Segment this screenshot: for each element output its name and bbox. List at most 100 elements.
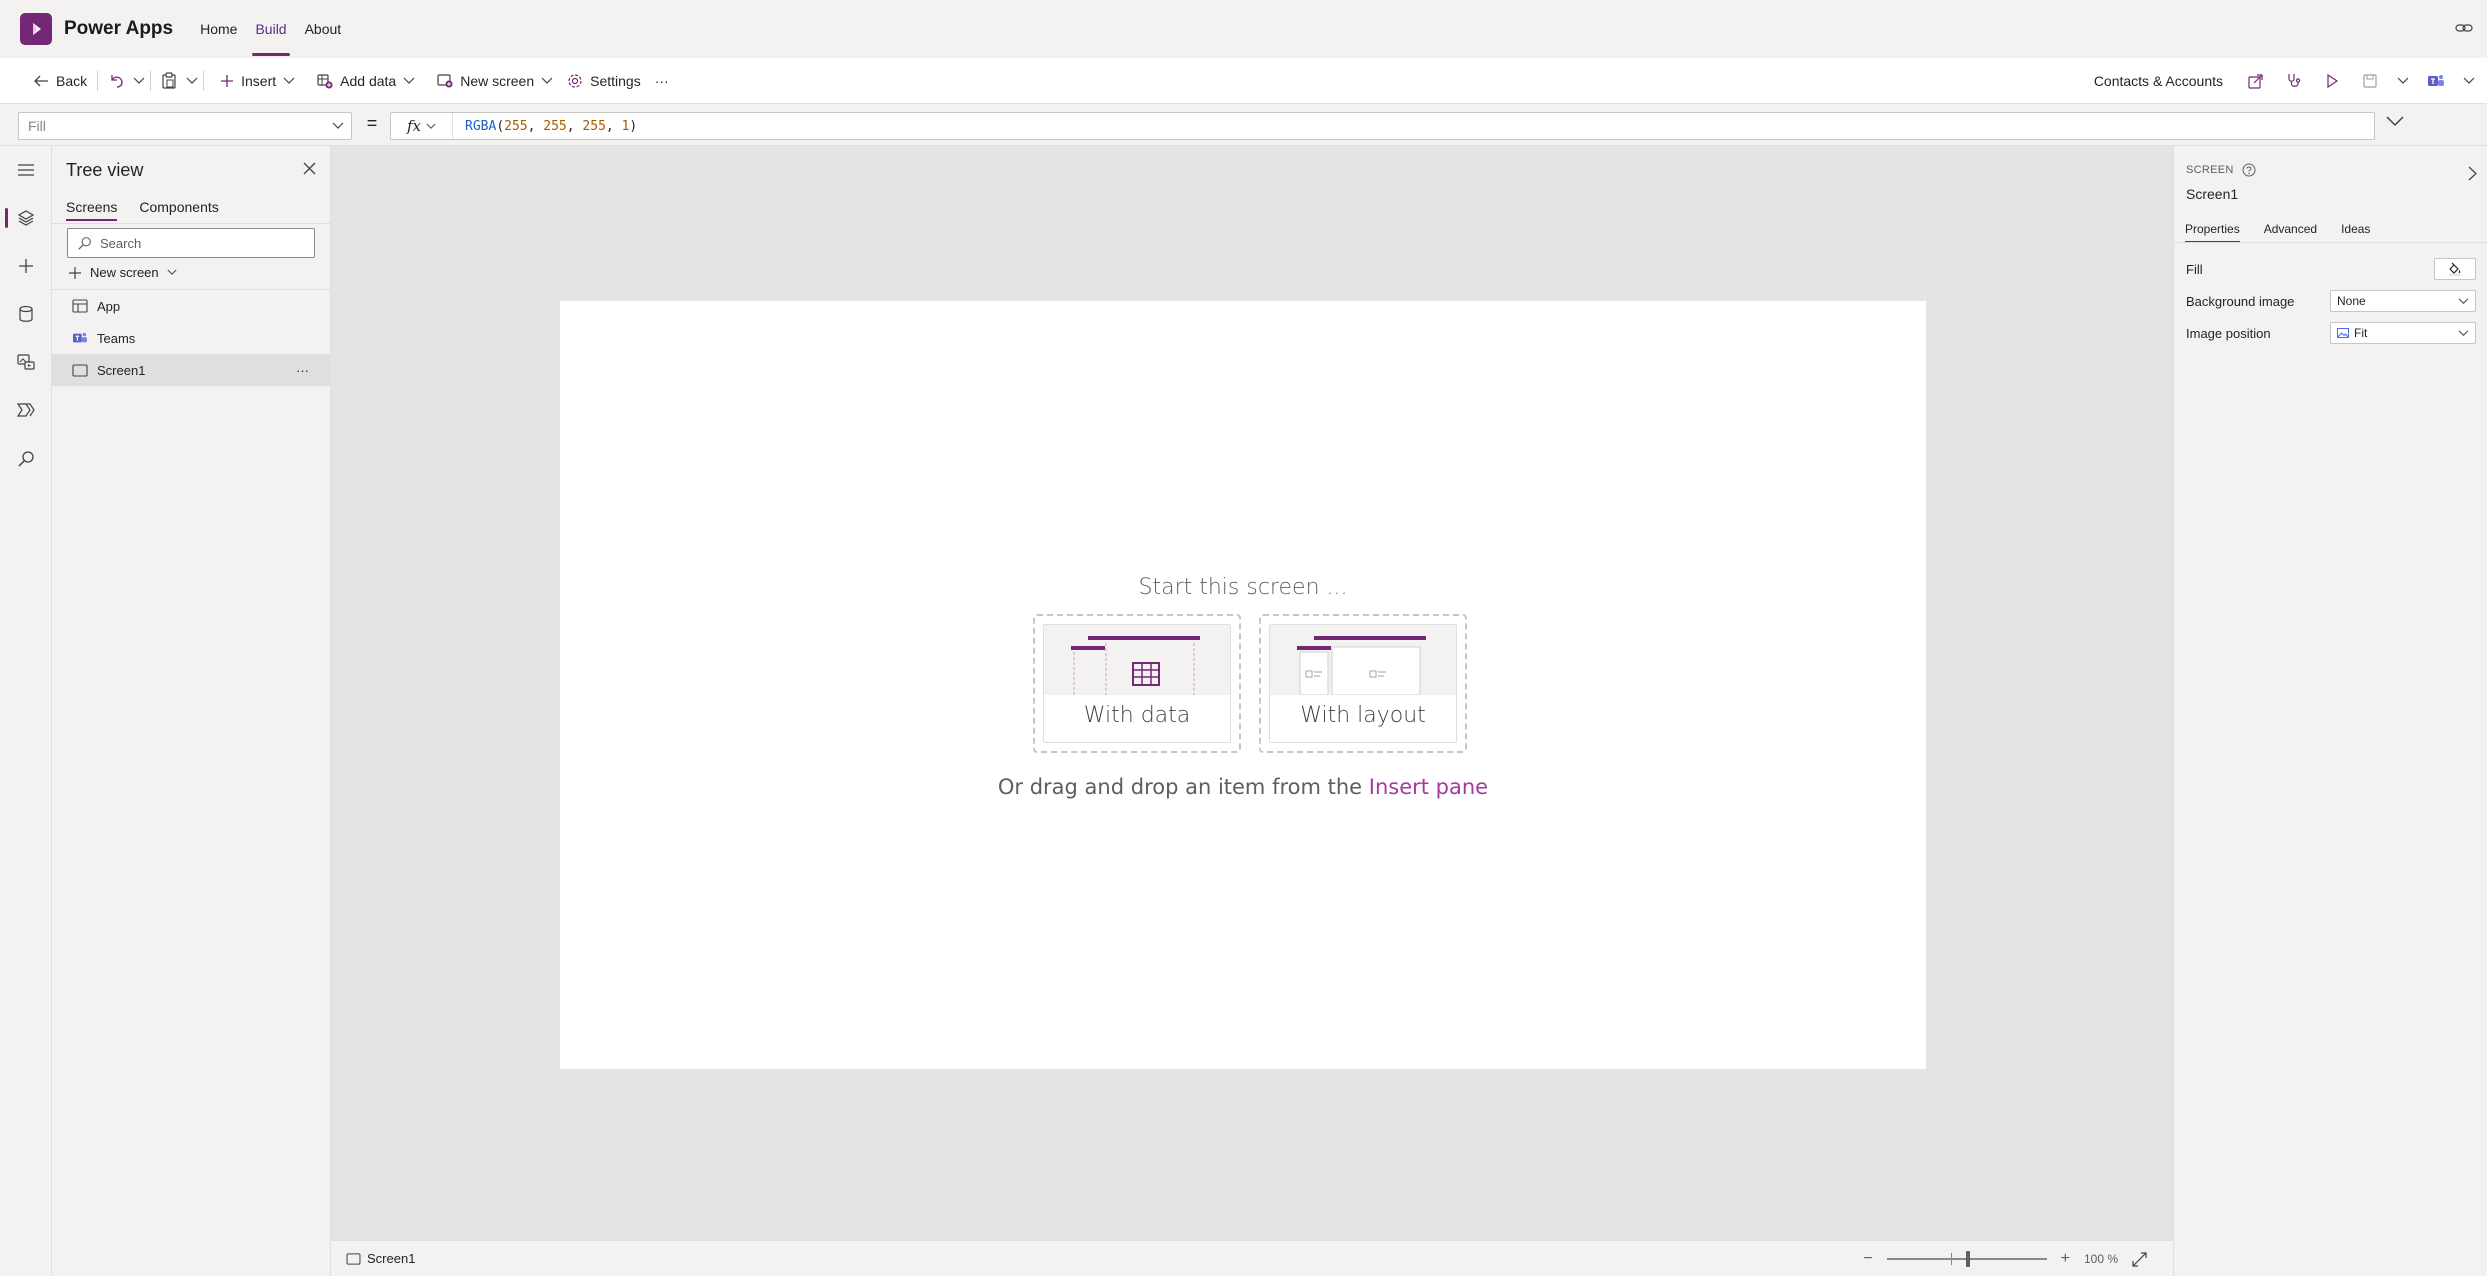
undo-button[interactable] [101, 65, 131, 97]
app-checker-button[interactable] [2277, 65, 2311, 97]
collapse-properties-button[interactable] [2468, 166, 2477, 181]
tree-item-teams[interactable]: Teams [52, 322, 331, 354]
back-label: Back [56, 72, 88, 89]
background-image-row: Background image None [2186, 289, 2476, 313]
zoom-in-button[interactable]: + [2061, 1250, 2070, 1268]
more-commands-button[interactable]: ··· [648, 65, 676, 97]
fx-button[interactable]: fx [391, 113, 453, 139]
tree-item-screen1[interactable]: Screen1 ··· [52, 354, 331, 386]
insert-pane-link[interactable]: Insert pane [1369, 775, 1488, 799]
paste-button[interactable] [154, 65, 184, 97]
drag-drop-hint: Or drag and drop an item from the Insert… [560, 775, 1926, 799]
undo-dropdown[interactable] [131, 65, 147, 97]
zoom-tick [1950, 1253, 1952, 1265]
tree-search-input[interactable]: Search [67, 228, 315, 258]
nav-home[interactable]: Home [191, 0, 246, 58]
tab-advanced[interactable]: Advanced [2264, 222, 2317, 242]
new-screen-tree-button[interactable]: New screen [68, 265, 177, 280]
with-layout-thumbnail [1270, 625, 1456, 695]
canvas-area[interactable]: Start this screen ... With data With lay… [331, 146, 2173, 1240]
help-icon[interactable] [2242, 163, 2256, 177]
more-options-button[interactable]: ··· [296, 363, 309, 378]
formula-function: RGBA [465, 118, 497, 134]
menu-button[interactable] [0, 150, 52, 190]
divider [52, 223, 331, 224]
new-screen-label: New screen [460, 72, 535, 89]
chevron-down-icon [403, 77, 415, 84]
tree-item-label: Screen1 [97, 362, 146, 378]
background-image-label: Background image [2186, 293, 2295, 309]
with-data-preview: With data [1043, 624, 1231, 743]
nav-build[interactable]: Build [246, 0, 295, 58]
equals-sign: = [366, 113, 378, 133]
search-placeholder: Search [100, 235, 142, 251]
expand-formula-button[interactable] [2386, 116, 2404, 127]
chevron-down-icon [186, 77, 198, 84]
with-layout-card[interactable]: With layout [1259, 614, 1467, 753]
gear-icon [568, 73, 582, 88]
paste-dropdown[interactable] [184, 65, 200, 97]
add-data-button[interactable]: Add data [310, 65, 422, 97]
share-button[interactable] [2239, 65, 2273, 97]
zoom-controls: − + 100 % [1863, 1250, 2147, 1268]
command-bar: Back Insert Add data New screen Settings… [0, 58, 2487, 104]
save-dropdown[interactable] [2391, 65, 2415, 97]
nav-about[interactable]: About [296, 0, 351, 58]
tab-ideas[interactable]: Ideas [2341, 222, 2370, 242]
search-rail-button[interactable] [0, 438, 52, 478]
close-tree-button[interactable] [303, 162, 316, 175]
tree-item-app[interactable]: App [52, 290, 331, 322]
fill-color-button[interactable] [2434, 258, 2476, 280]
teams-dropdown[interactable] [2457, 65, 2481, 97]
power-apps-logo[interactable] [20, 13, 52, 45]
current-screen-label: Screen1 [367, 1251, 416, 1266]
settings-button[interactable]: Settings [560, 65, 648, 97]
chevron-down-icon [541, 77, 553, 84]
tree-view-button[interactable] [0, 198, 52, 238]
media-rail-button[interactable] [0, 342, 52, 382]
separator [150, 70, 152, 91]
back-button[interactable]: Back [26, 65, 94, 97]
new-screen-button[interactable]: New screen [430, 65, 560, 97]
tree-item-label: Teams [97, 330, 136, 346]
properties-panel: SCREEN Screen1 Properties Advanced Ideas… [2173, 146, 2487, 1276]
insert-rail-button[interactable] [0, 246, 52, 286]
tab-screens[interactable]: Screens [66, 199, 118, 221]
zoom-out-button[interactable]: − [1863, 1250, 1872, 1268]
formula-input[interactable]: fx RGBA(255, 255, 255, 1) [390, 112, 2375, 140]
database-icon [19, 305, 33, 322]
chevron-down-icon [167, 269, 177, 275]
preview-button[interactable] [2315, 65, 2349, 97]
with-data-card[interactable]: With data [1033, 614, 1241, 753]
fx-icon: fx [406, 117, 421, 135]
expand-icon [2132, 1251, 2147, 1267]
connection-button[interactable] [2455, 20, 2473, 36]
formula-arg: 255 [504, 118, 528, 134]
layout-icon [1297, 636, 1426, 695]
app-name: Power Apps [64, 18, 174, 39]
chevron-down-icon [2458, 298, 2469, 304]
zoom-thumb[interactable] [1965, 1251, 1970, 1267]
start-choices: With data With layout [1033, 614, 1467, 753]
data-rail-button[interactable] [0, 294, 52, 334]
with-layout-preview: With layout [1269, 624, 1457, 743]
insert-button[interactable]: Insert [213, 65, 302, 97]
power-automate-button[interactable] [0, 390, 52, 430]
image-position-dropdown[interactable]: Fit [2330, 322, 2476, 344]
app-icon [72, 299, 88, 313]
control-name[interactable]: Screen1 [2186, 186, 2238, 202]
save-button[interactable] [2353, 65, 2387, 97]
background-image-dropdown[interactable]: None [2330, 290, 2476, 312]
zoom-level: 100 % [2083, 1252, 2118, 1266]
zoom-slider[interactable] [1886, 1251, 2047, 1267]
property-dropdown[interactable]: Fill [18, 112, 352, 140]
screen-canvas[interactable]: Start this screen ... With data With lay… [560, 301, 1926, 1069]
tab-properties[interactable]: Properties [2185, 222, 2240, 243]
app-title: Contacts & Accounts [2093, 73, 2223, 89]
current-screen-selector[interactable]: Screen1 [346, 1251, 415, 1266]
tab-components[interactable]: Components [139, 199, 218, 221]
formula-text: RGBA(255, 255, 255, 1) [465, 118, 638, 134]
fit-window-button[interactable] [2132, 1251, 2147, 1267]
teams-publish-button[interactable] [2419, 65, 2453, 97]
control-type-label: SCREEN [2186, 164, 2234, 176]
